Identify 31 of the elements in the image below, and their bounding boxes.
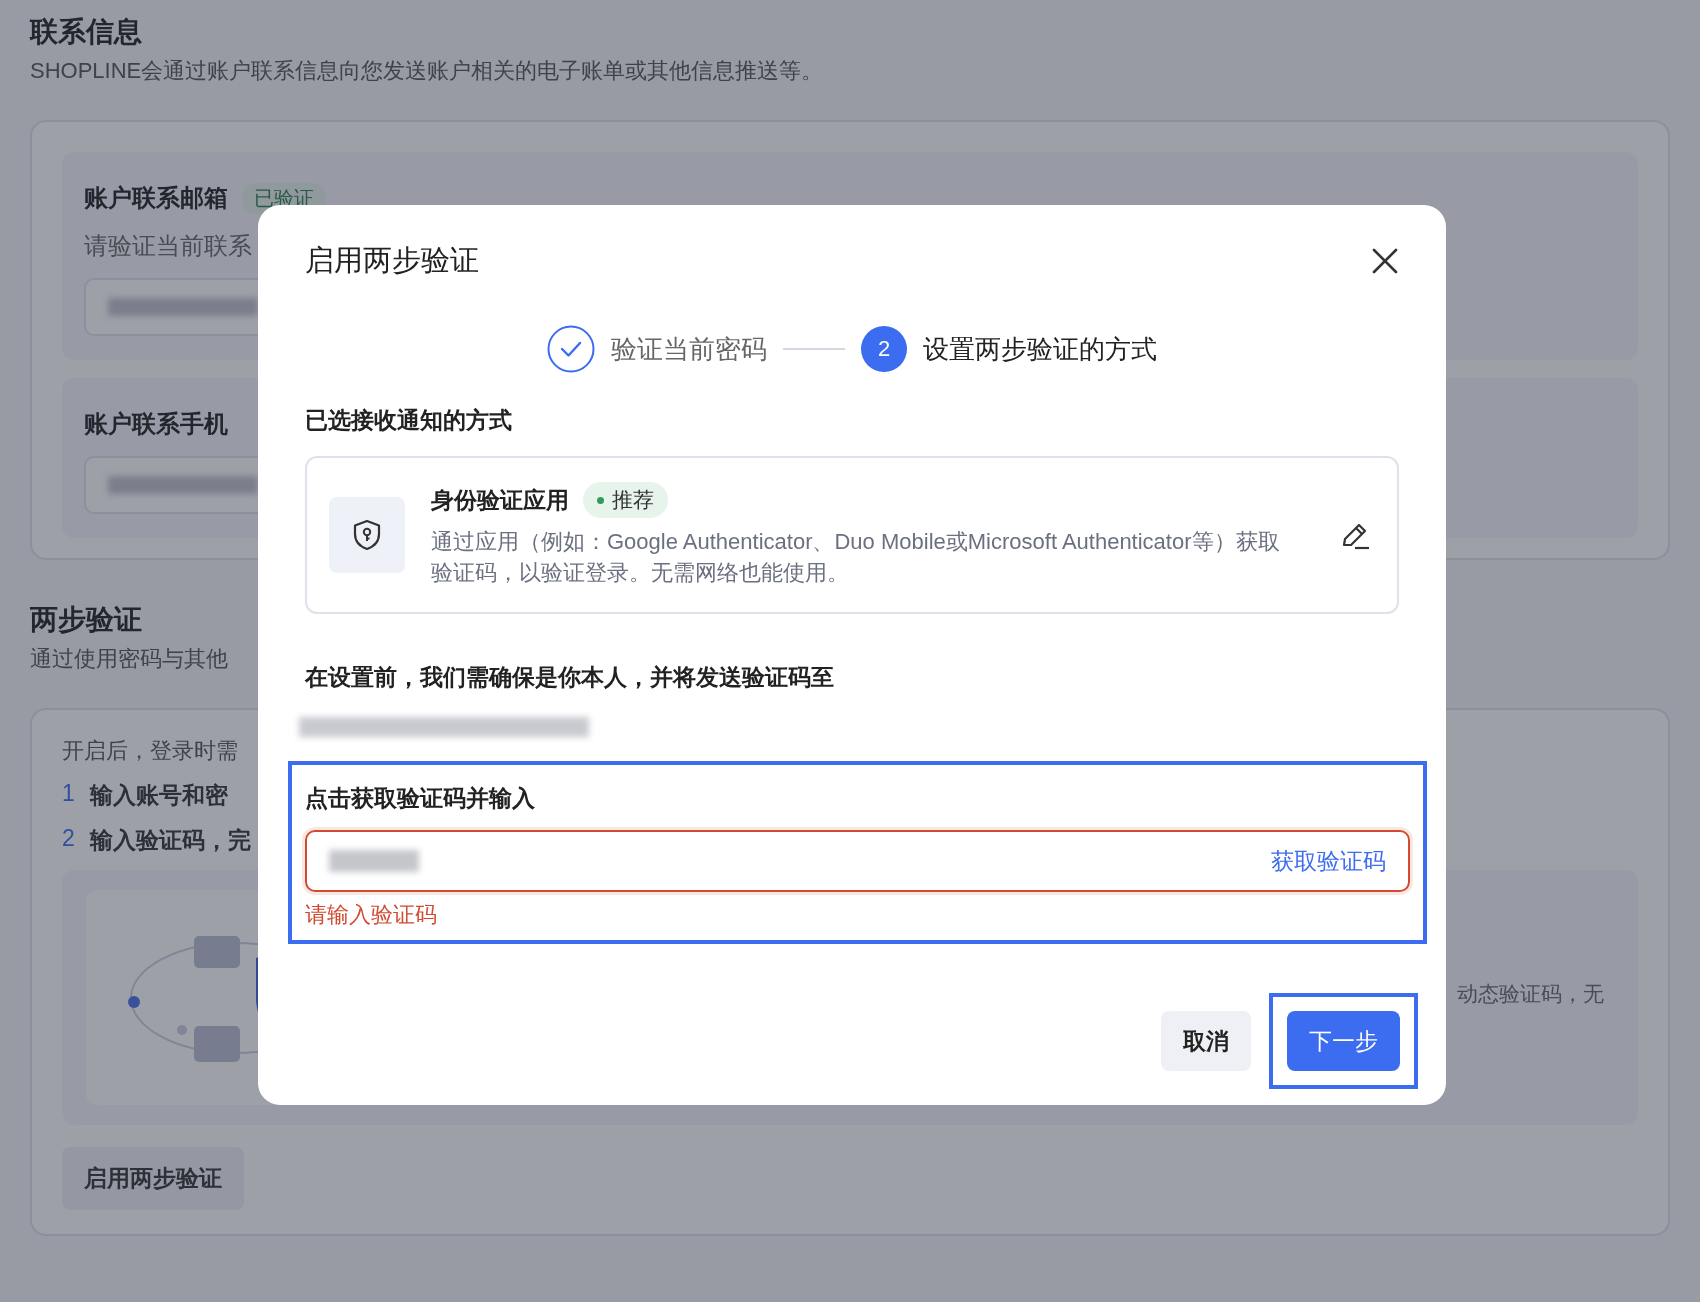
section-subtitle: 通过使用密码与其他 <box>30 645 228 673</box>
field-label: 点击获取验证码并输入 <box>305 784 536 813</box>
method-title: 身份验证应用 <box>431 485 569 515</box>
step-number: 1 <box>62 780 76 808</box>
panel-title: 账户联系手机 <box>84 409 228 439</box>
step-number: 2 <box>62 825 76 853</box>
field-label: 已选接收通知的方式 <box>305 406 513 435</box>
method-description: 通过应用（例如：Google Authenticator、Duo Mobile或Microsoft Authenticator等）获取验证码，以验证登录。无需网络也能使用。 <box>431 528 1281 587</box>
enable-two-step-button[interactable]: 启用两步验证 <box>62 1147 244 1210</box>
info-text: 动态验证码，无 <box>1457 981 1604 1007</box>
close-icon[interactable] <box>1371 247 1399 275</box>
section-title: 联系信息 <box>30 15 142 49</box>
step-text: 输入验证码，完 <box>90 826 251 855</box>
error-message: 请输入验证码 <box>305 901 438 929</box>
shield-key-icon <box>352 519 382 551</box>
step-text: 输入账号和密 <box>90 781 228 810</box>
panel-title: 账户联系邮箱 <box>84 183 228 213</box>
intro-text: 开启后，登录时需 <box>62 737 238 765</box>
panel-description: 请验证当前联系 <box>84 231 252 261</box>
cancel-button[interactable]: 取消 <box>1161 1011 1251 1071</box>
next-button[interactable]: 下一步 <box>1287 1011 1400 1071</box>
get-code-link[interactable]: 获取验证码 <box>1271 845 1386 877</box>
step-label: 验证当前密码 <box>611 332 767 366</box>
dialog-title: 启用两步验证 <box>305 243 479 278</box>
section-title: 两步验证 <box>30 603 142 637</box>
step-label: 设置两步验证的方式 <box>923 332 1157 366</box>
code-input-field[interactable]: 获取验证码 <box>305 830 1410 892</box>
section-subtitle: SHOPLINE会通过账户联系信息向您发送账户相关的电子账单或其他信息推送等。 <box>30 57 824 85</box>
step-number: 2 <box>861 326 907 372</box>
notice-text: 在设置前，我们需确保是你本人，并将发送验证码至 <box>305 663 835 692</box>
recommended-badge: 推荐 <box>583 482 668 518</box>
